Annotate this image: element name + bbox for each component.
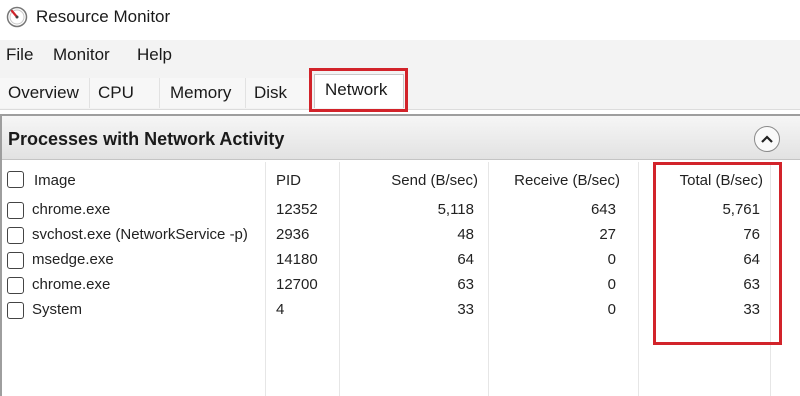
cell-total: 33 bbox=[743, 301, 760, 318]
cell-receive: 27 bbox=[599, 226, 616, 243]
cell-receive: 0 bbox=[607, 301, 616, 318]
row-checkbox[interactable] bbox=[7, 302, 24, 319]
cell-image: chrome.exe bbox=[32, 201, 111, 218]
cell-total: 63 bbox=[743, 276, 760, 293]
cell-pid: 14180 bbox=[276, 251, 318, 268]
title-bar: Resource Monitor bbox=[0, 0, 800, 38]
table-row[interactable]: chrome.exe 12352 5,118 643 5,761 bbox=[2, 198, 800, 223]
cell-pid: 4 bbox=[276, 301, 285, 318]
resource-monitor-icon bbox=[6, 6, 28, 28]
menu-bar: File Monitor Help bbox=[0, 40, 800, 70]
panel-header[interactable]: Processes with Network Activity bbox=[2, 114, 800, 160]
column-header-image[interactable]: Image bbox=[34, 172, 76, 189]
cell-image: msedge.exe bbox=[32, 251, 114, 268]
row-checkbox[interactable] bbox=[7, 252, 24, 269]
row-checkbox[interactable] bbox=[7, 227, 24, 244]
cell-send: 63 bbox=[457, 276, 474, 293]
collapse-button[interactable] bbox=[754, 126, 780, 152]
cell-image: chrome.exe bbox=[32, 276, 111, 293]
cell-pid: 12700 bbox=[276, 276, 318, 293]
tab-network[interactable]: Network bbox=[314, 74, 404, 108]
cell-image: svchost.exe (NetworkService -p) bbox=[32, 226, 248, 243]
menu-file[interactable]: File bbox=[6, 45, 33, 65]
cell-send: 33 bbox=[457, 301, 474, 318]
cell-image: System bbox=[32, 301, 83, 318]
row-checkbox[interactable] bbox=[7, 202, 24, 219]
cell-total: 76 bbox=[743, 226, 760, 243]
table-row[interactable]: msedge.exe 14180 64 0 64 bbox=[2, 248, 800, 273]
row-checkbox[interactable] bbox=[7, 277, 24, 294]
table-header-row: Image PID Send (B/sec) Receive (B/sec) T… bbox=[2, 162, 800, 200]
chevron-up-icon bbox=[761, 135, 773, 143]
cell-send: 48 bbox=[457, 226, 474, 243]
window-title: Resource Monitor bbox=[36, 7, 171, 26]
tab-overview[interactable]: Overview bbox=[0, 78, 90, 108]
table-row[interactable]: System 4 33 0 33 bbox=[2, 298, 800, 323]
tab-memory[interactable]: Memory bbox=[160, 78, 246, 108]
cell-send: 64 bbox=[457, 251, 474, 268]
menu-monitor[interactable]: Monitor bbox=[53, 45, 110, 65]
cell-pid: 2936 bbox=[276, 226, 310, 243]
table-row[interactable]: chrome.exe 12700 63 0 63 bbox=[2, 273, 800, 298]
column-header-total[interactable]: Total (B/sec) bbox=[642, 172, 763, 189]
network-processes-panel: Processes with Network Activity Image PI… bbox=[0, 114, 800, 396]
cell-receive: 0 bbox=[607, 276, 616, 293]
tab-bar: Overview CPU Memory Disk Network bbox=[0, 70, 800, 110]
tab-cpu[interactable]: CPU bbox=[90, 78, 160, 108]
table-row[interactable]: svchost.exe (NetworkService -p) 2936 48 … bbox=[2, 223, 800, 248]
column-header-receive[interactable]: Receive (B/sec) bbox=[492, 172, 620, 189]
select-all-checkbox[interactable] bbox=[7, 171, 24, 188]
menu-help[interactable]: Help bbox=[137, 45, 172, 65]
cell-receive: 0 bbox=[607, 251, 616, 268]
cell-pid: 12352 bbox=[276, 201, 318, 218]
column-header-pid[interactable]: PID bbox=[276, 172, 301, 189]
process-table: Image PID Send (B/sec) Receive (B/sec) T… bbox=[2, 162, 800, 396]
panel-title: Processes with Network Activity bbox=[8, 129, 285, 149]
cell-send: 5,118 bbox=[437, 201, 474, 218]
column-header-send[interactable]: Send (B/sec) bbox=[352, 172, 478, 189]
cell-total: 64 bbox=[743, 251, 760, 268]
tab-disk[interactable]: Disk bbox=[246, 78, 312, 108]
cell-total: 5,761 bbox=[722, 201, 760, 218]
cell-receive: 643 bbox=[590, 201, 616, 218]
